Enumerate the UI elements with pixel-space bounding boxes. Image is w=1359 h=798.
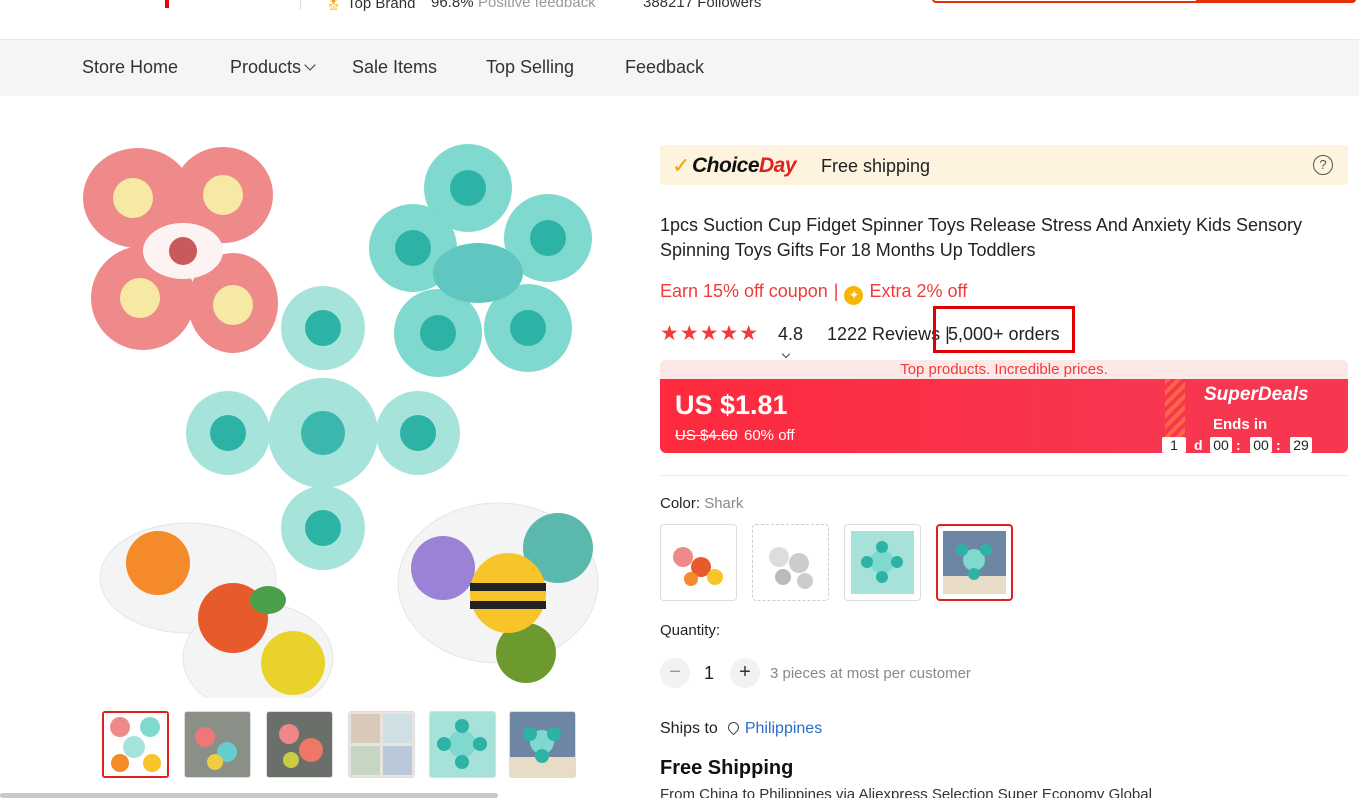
chevron-down-icon [304, 59, 316, 71]
timer-hours: 00 [1210, 437, 1232, 453]
color-label: Color: Shark [660, 495, 743, 512]
feedback-label: Positive feedback [478, 0, 596, 11]
free-shipping-label: Free shipping [821, 156, 931, 176]
thumbnail-1[interactable] [102, 711, 169, 778]
star-rating-icon: ★★★★★ [660, 322, 760, 345]
quantity-decrease-button[interactable]: − [660, 658, 690, 688]
swatch-image [661, 525, 736, 600]
product-title: 1pcs Suction Cup Fidget Spinner Toys Rel… [660, 215, 1303, 260]
quantity-input[interactable]: 1 [704, 663, 714, 684]
swatch-image [943, 531, 1006, 594]
superdeals-price-box: US $1.81 US $4.60 60% off SuperDeals End… [660, 379, 1348, 453]
shipping-route: From China to Philippines via Aliexpress… [660, 786, 1152, 798]
top-brand-label: Top Brand [347, 0, 416, 12]
origin-country: China [699, 786, 739, 798]
store-header: 🎖 Top Brand 96.8% Positive feedback 38821… [0, 0, 1359, 40]
top-brand-badge: 🎖 Top Brand [324, 0, 415, 12]
thumbnail-image [349, 712, 414, 777]
header-divider [300, 0, 301, 10]
checkmark-icon: ✓ [672, 153, 691, 178]
search-button[interactable] [1196, 0, 1356, 1]
quantity-limit-note: 3 pieces at most per customer [770, 665, 971, 682]
nav-sale-items[interactable]: Sale Items [352, 57, 437, 78]
color-swatch-3[interactable] [844, 524, 921, 601]
destination-country: Philippines [759, 786, 832, 798]
main-product-image[interactable] [78, 128, 618, 714]
chevron-down-icon [781, 349, 791, 359]
followers-count: 388217 Followers [643, 0, 762, 11]
nav-store-home[interactable]: Store Home [82, 57, 178, 78]
destination-link[interactable]: Philippines [745, 720, 822, 737]
current-price: US $1.81 [675, 390, 788, 420]
store-search-box[interactable] [932, 0, 1356, 3]
route-from: From [660, 786, 695, 798]
orders-highlight-box [933, 306, 1075, 353]
ships-to-label: Ships to [660, 720, 718, 737]
coupon-row: Earn 15% off coupon | ✦ Extra 2% off [660, 281, 967, 305]
color-label-text: Color: [660, 495, 701, 512]
thumbnail-image [267, 712, 332, 777]
store-nav: Store Home Products Sale Items Top Selli… [0, 40, 1359, 96]
rating-value: 4.8 [778, 324, 804, 344]
timer-days-label: d [1194, 437, 1203, 453]
selected-color-value: Shark [704, 495, 744, 512]
timer-days: 1 [1162, 437, 1186, 453]
thumbnail-image [430, 712, 495, 777]
discount-percent: 60% off [744, 427, 795, 444]
choice-text: Choice [692, 154, 760, 177]
swatch-image [753, 525, 828, 600]
nav-feedback[interactable]: Feedback [625, 57, 704, 78]
product-photo [83, 144, 599, 714]
swatch-image [851, 531, 914, 594]
choice-day-banner: ✓ ChoiceDay Free shipping ? [660, 145, 1348, 185]
nav-products-label: Products [230, 57, 302, 77]
ends-in-label: Ends in [1213, 416, 1268, 433]
coupon-link[interactable]: Earn 15% off coupon [660, 281, 828, 301]
nav-products[interactable]: Products [230, 57, 316, 78]
color-swatch-shark[interactable] [936, 524, 1013, 601]
horizontal-scrollbar[interactable] [0, 793, 498, 798]
quantity-increase-button[interactable]: + [730, 658, 760, 688]
coin-icon: ✦ [844, 286, 864, 305]
timer-separator: : [1276, 437, 1281, 453]
timer-minutes: 00 [1250, 437, 1272, 453]
quantity-label: Quantity: [660, 622, 721, 639]
thumbnail-image [510, 712, 575, 777]
color-swatch-1[interactable] [660, 524, 737, 601]
thumbnail-5[interactable] [429, 711, 496, 778]
feedback-value: 96.8% [431, 0, 474, 11]
extra-discount[interactable]: Extra 2% off [869, 281, 967, 301]
timer-seconds: 29 [1290, 437, 1312, 453]
timer-separator: : [1236, 437, 1241, 453]
shipping-method: via Aliexpress Selection Super Economy G… [835, 786, 1152, 798]
free-shipping-heading: Free Shipping [660, 757, 794, 779]
section-divider [660, 475, 1348, 476]
help-icon[interactable]: ? [1313, 155, 1333, 175]
choice-day-logo: ChoiceDay [692, 154, 797, 178]
thumbnail-4[interactable] [348, 711, 415, 778]
nav-top-selling[interactable]: Top Selling [486, 57, 574, 78]
thumbnail-image [185, 712, 250, 777]
deal-tagline: Top products. Incredible prices. [660, 360, 1348, 379]
day-text: Day [759, 154, 797, 177]
superdeals-logo: SuperDeals [1204, 384, 1309, 405]
color-swatch-2[interactable] [752, 524, 829, 601]
store-logo[interactable] [165, 0, 169, 8]
coupon-separator: | [833, 281, 839, 301]
thumbnail-3[interactable] [266, 711, 333, 778]
thumbnail-image [104, 713, 167, 776]
location-pin-icon [725, 719, 742, 736]
thumbnail-6[interactable] [509, 711, 576, 778]
original-price: US $4.60 [675, 427, 738, 444]
reviews-link[interactable]: 1222 Reviews | [827, 324, 950, 345]
medal-icon: 🎖 [324, 0, 344, 12]
reviews-count: 1222 Reviews [827, 324, 941, 344]
ships-to-row: Ships to Philippines [660, 719, 822, 738]
thumbnail-2[interactable] [184, 711, 251, 778]
route-to: to [742, 786, 756, 798]
